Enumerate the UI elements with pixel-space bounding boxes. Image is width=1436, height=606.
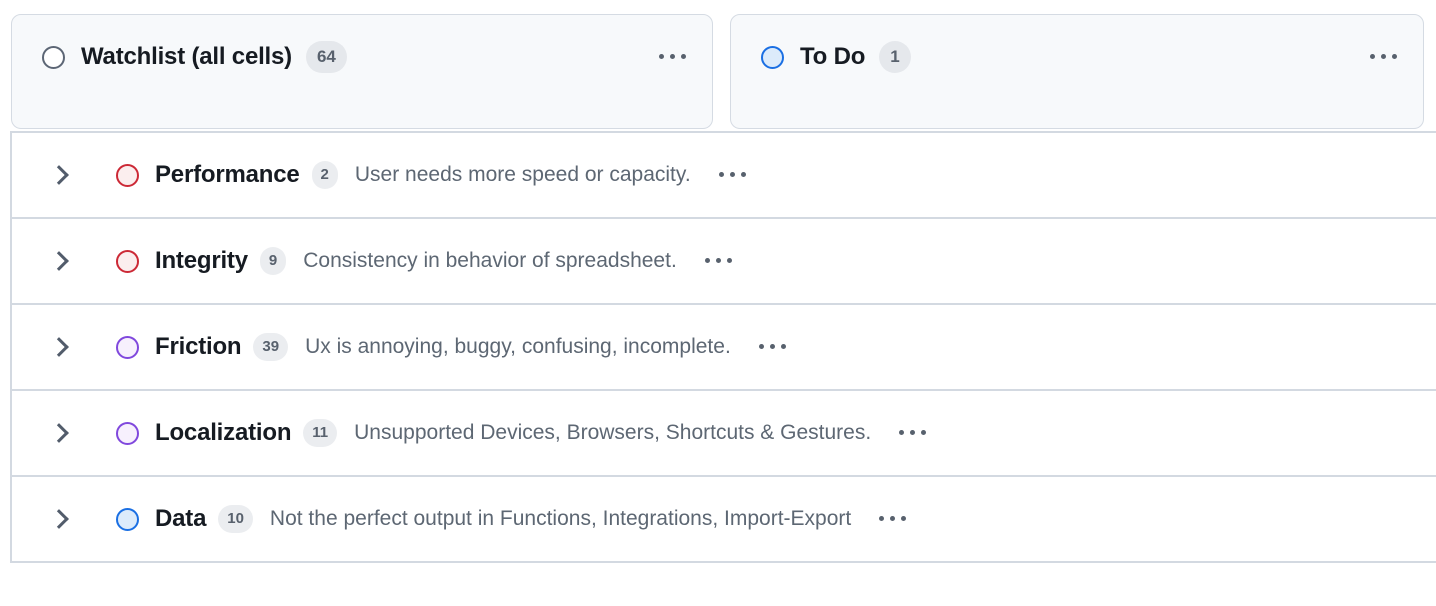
column-header-content: To Do 1	[731, 41, 1423, 73]
dot	[726, 257, 732, 263]
table-row[interactable]: Performance 2 User needs more speed or c…	[10, 131, 1436, 217]
row-title: Friction	[155, 333, 242, 360]
row-status-wrap	[116, 421, 139, 445]
column-count-badge: 1	[879, 41, 911, 73]
row-status-wrap	[116, 335, 139, 359]
table-row[interactable]: Localization 11 Unsupported Devices, Bro…	[10, 389, 1436, 475]
column-count-badge: 64	[305, 41, 347, 73]
table-row[interactable]: Friction 39 Ux is annoying, buggy, confu…	[10, 303, 1436, 389]
dot	[729, 171, 735, 177]
circle-outline-icon	[116, 507, 139, 531]
row-count-badge: 11	[303, 419, 338, 447]
dot	[879, 515, 885, 521]
row-title: Integrity	[155, 247, 248, 274]
column-title: Watchlist (all cells)	[81, 43, 292, 70]
circle-outline-icon	[116, 335, 139, 359]
dot	[780, 343, 786, 349]
circle-outline-icon	[761, 45, 784, 69]
dot	[740, 171, 746, 177]
column-menu-ellipsis-icon[interactable]	[1370, 53, 1397, 61]
row-description: Consistency in behavior of spreadsheet.	[303, 249, 677, 272]
row-status-wrap	[116, 163, 139, 187]
chevron-right-icon[interactable]	[50, 506, 66, 532]
dot	[901, 515, 907, 521]
row-description: Unsupported Devices, Browsers, Shortcuts…	[354, 421, 872, 444]
dot	[758, 343, 764, 349]
chevron-right-icon[interactable]	[50, 334, 66, 360]
circle-outline-icon	[116, 421, 139, 445]
dot	[921, 429, 927, 435]
dot	[1392, 53, 1397, 59]
row-title: Performance	[155, 161, 300, 188]
row-count-badge: 2	[311, 161, 338, 189]
dot	[899, 429, 905, 435]
row-description: Ux is annoying, buggy, confusing, incomp…	[305, 335, 731, 358]
row-status-wrap	[116, 249, 139, 273]
dot	[890, 515, 896, 521]
row-title: Data	[155, 505, 207, 532]
row-description: Not the perfect output in Functions, Int…	[269, 507, 852, 530]
column-header-content: Watchlist (all cells) 64	[12, 41, 712, 73]
board-view: Watchlist (all cells) 64 To Do 1 Perform…	[0, 0, 1436, 606]
table-row[interactable]: Integrity 9 Consistency in behavior of s…	[10, 217, 1436, 303]
dot	[1370, 53, 1375, 59]
column-card-todo[interactable]: To Do 1	[730, 14, 1424, 129]
dot	[681, 53, 686, 59]
row-description: User needs more speed or capacity.	[354, 163, 691, 186]
dot	[670, 53, 675, 59]
category-row-list: Performance 2 User needs more speed or c…	[0, 131, 1436, 563]
dot	[769, 343, 775, 349]
chevron-right-icon[interactable]	[50, 248, 66, 274]
dot	[715, 257, 721, 263]
dot	[704, 257, 710, 263]
table-row[interactable]: Data 10 Not the perfect output in Functi…	[10, 475, 1436, 563]
column-card-watchlist[interactable]: Watchlist (all cells) 64	[11, 14, 713, 129]
row-menu-ellipsis-icon[interactable]	[899, 429, 927, 437]
dot	[718, 171, 724, 177]
row-count-badge: 10	[218, 505, 253, 533]
circle-outline-icon	[116, 163, 139, 187]
circle-outline-icon	[116, 249, 139, 273]
column-header-strip: Watchlist (all cells) 64 To Do 1	[0, 0, 1436, 131]
chevron-right-icon[interactable]	[50, 162, 66, 188]
row-count-badge: 9	[259, 247, 287, 275]
row-menu-ellipsis-icon[interactable]	[704, 257, 732, 265]
row-menu-ellipsis-icon[interactable]	[879, 515, 907, 523]
column-title: To Do	[800, 43, 866, 70]
circle-outline-icon	[42, 45, 65, 69]
dot	[1381, 53, 1386, 59]
row-menu-ellipsis-icon[interactable]	[758, 343, 786, 351]
row-menu-ellipsis-icon[interactable]	[718, 171, 746, 179]
dot	[910, 429, 916, 435]
row-count-badge: 39	[253, 333, 289, 361]
row-status-wrap	[116, 507, 139, 531]
dot	[659, 53, 664, 59]
row-title: Localization	[155, 419, 292, 446]
chevron-right-icon[interactable]	[50, 420, 66, 446]
column-menu-ellipsis-icon[interactable]	[659, 53, 686, 61]
